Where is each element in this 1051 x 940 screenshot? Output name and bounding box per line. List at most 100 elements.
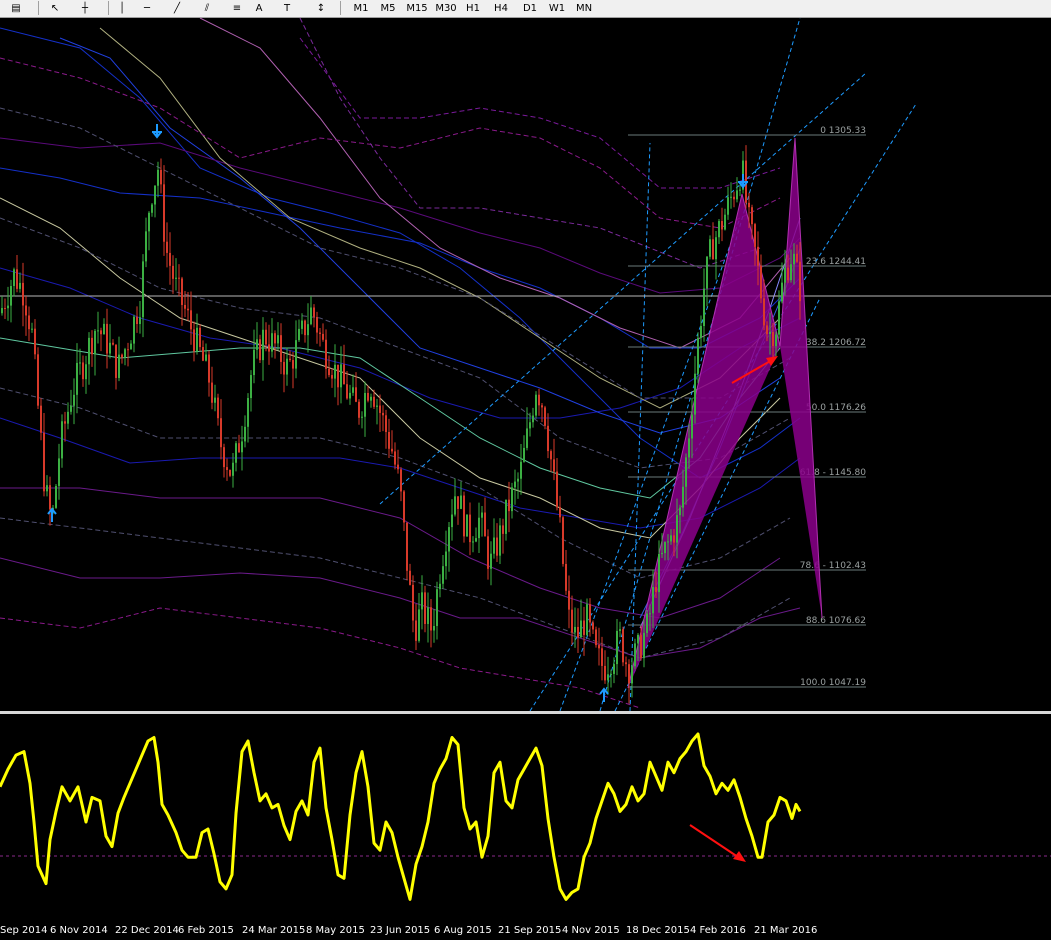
- text-box-icon[interactable]: T: [278, 0, 296, 16]
- candlestick: [310, 295, 312, 326]
- candlestick: [16, 254, 18, 293]
- timeframe-m5-button[interactable]: M5: [377, 0, 399, 16]
- candlestick: [127, 342, 129, 367]
- candle-body: [199, 327, 201, 348]
- time-axis-label: 21 Sep 2015: [498, 925, 562, 936]
- candlestick: [208, 350, 210, 397]
- toolbar-separator: [38, 1, 39, 15]
- red-annotation-arrow-icon: [689, 824, 739, 858]
- candlestick: [82, 355, 84, 387]
- candlestick: [448, 521, 450, 572]
- candlestick: [358, 399, 360, 425]
- candle-body: [238, 443, 240, 453]
- oscillator-pane[interactable]: [0, 714, 1051, 922]
- candle-body: [91, 337, 93, 355]
- candle-body: [328, 368, 330, 376]
- candle-body: [436, 589, 438, 626]
- candle-body: [322, 333, 324, 340]
- candle-body: [10, 285, 12, 306]
- text-label-icon[interactable]: A: [250, 0, 268, 16]
- candle-body: [541, 405, 543, 408]
- candlestick: [706, 256, 708, 307]
- candlestick: [394, 442, 396, 470]
- candle-body: [685, 457, 687, 487]
- candlestick: [562, 515, 564, 567]
- candlestick: [517, 472, 519, 499]
- candle-body: [727, 197, 729, 215]
- timeframe-d1-button[interactable]: D1: [520, 0, 540, 16]
- candlestick: [412, 575, 414, 633]
- candle-body: [193, 329, 195, 352]
- candlestick: [370, 393, 372, 408]
- candle-body: [652, 586, 654, 614]
- candlestick: [247, 393, 249, 443]
- vertical-line-icon[interactable]: │: [114, 0, 130, 16]
- candle-body: [649, 613, 651, 615]
- candlestick: [712, 222, 714, 260]
- candle-body: [280, 335, 282, 362]
- candle-body: [799, 261, 801, 302]
- crosshair-icon[interactable]: ┼: [74, 0, 96, 16]
- candlestick: [202, 340, 204, 362]
- timeframe-m1-button[interactable]: M1: [350, 0, 372, 16]
- timeframe-h4-button[interactable]: H4: [490, 0, 512, 16]
- candlestick: [58, 443, 60, 500]
- candlestick: [361, 411, 363, 429]
- candle-body: [763, 298, 765, 326]
- timeframe-w1-button[interactable]: W1: [547, 0, 567, 16]
- candle-body: [403, 491, 405, 523]
- candlestick: [508, 481, 510, 533]
- timeframe-h1-button[interactable]: H1: [463, 0, 483, 16]
- fibonacci-level-label: 38.2 1206.72: [806, 338, 866, 348]
- candlestick: [280, 323, 282, 375]
- fibonacci-retracement-icon[interactable]: ≡: [226, 0, 248, 16]
- candle-body: [271, 333, 273, 352]
- candle-body: [211, 382, 213, 403]
- candle-body: [493, 537, 495, 554]
- candlestick: [736, 177, 738, 203]
- candle-body: [394, 451, 396, 465]
- candle-body: [670, 535, 672, 542]
- candle-body: [637, 634, 639, 644]
- candle-body: [529, 422, 531, 429]
- candle-body: [700, 326, 702, 338]
- chart-type-menu-icon[interactable]: ▤: [0, 0, 32, 16]
- trendline-icon[interactable]: ╱: [166, 0, 188, 16]
- price-chart-pane[interactable]: 0 1305.33 23.6 1244.41 38.2 1206.72 50.0 11…: [0, 17, 1051, 712]
- candlestick: [403, 489, 405, 532]
- candlestick: [64, 411, 66, 442]
- candle-body: [79, 362, 81, 364]
- candle-body: [661, 553, 663, 555]
- horizontal-line-icon[interactable]: ─: [136, 0, 158, 16]
- candlestick: [541, 403, 543, 423]
- candle-body: [583, 620, 585, 635]
- candle-body: [217, 397, 219, 419]
- candlestick: [22, 262, 24, 327]
- candle-body: [103, 323, 105, 335]
- time-axis-label: 21 Mar 2016: [754, 925, 818, 936]
- timeframe-m30-button[interactable]: M30: [434, 0, 458, 16]
- candlestick: [505, 499, 507, 541]
- candlestick: [382, 405, 384, 432]
- candle-body: [232, 462, 234, 476]
- candle-body: [724, 214, 726, 230]
- candle-body: [673, 535, 675, 543]
- timeframe-m15-button[interactable]: M15: [404, 0, 430, 16]
- candle-body: [139, 317, 141, 325]
- candle-body: [307, 324, 309, 336]
- candle-body: [472, 541, 474, 543]
- candlestick: [223, 443, 225, 478]
- candlestick: [466, 514, 468, 537]
- candle-body: [55, 485, 57, 508]
- timeframe-mn-button[interactable]: MN: [573, 0, 595, 16]
- candle-body: [133, 316, 135, 344]
- candlestick: [106, 308, 108, 369]
- candle-body: [595, 629, 597, 646]
- candle-body: [538, 394, 540, 406]
- candlestick: [430, 599, 432, 648]
- arrows-menu-icon[interactable]: ↕: [306, 0, 336, 16]
- equidistant-channel-icon[interactable]: ⫽: [196, 0, 218, 16]
- candle-body: [640, 634, 642, 659]
- candlestick: [1, 296, 3, 316]
- cursor-arrow-icon[interactable]: ↖: [44, 0, 66, 16]
